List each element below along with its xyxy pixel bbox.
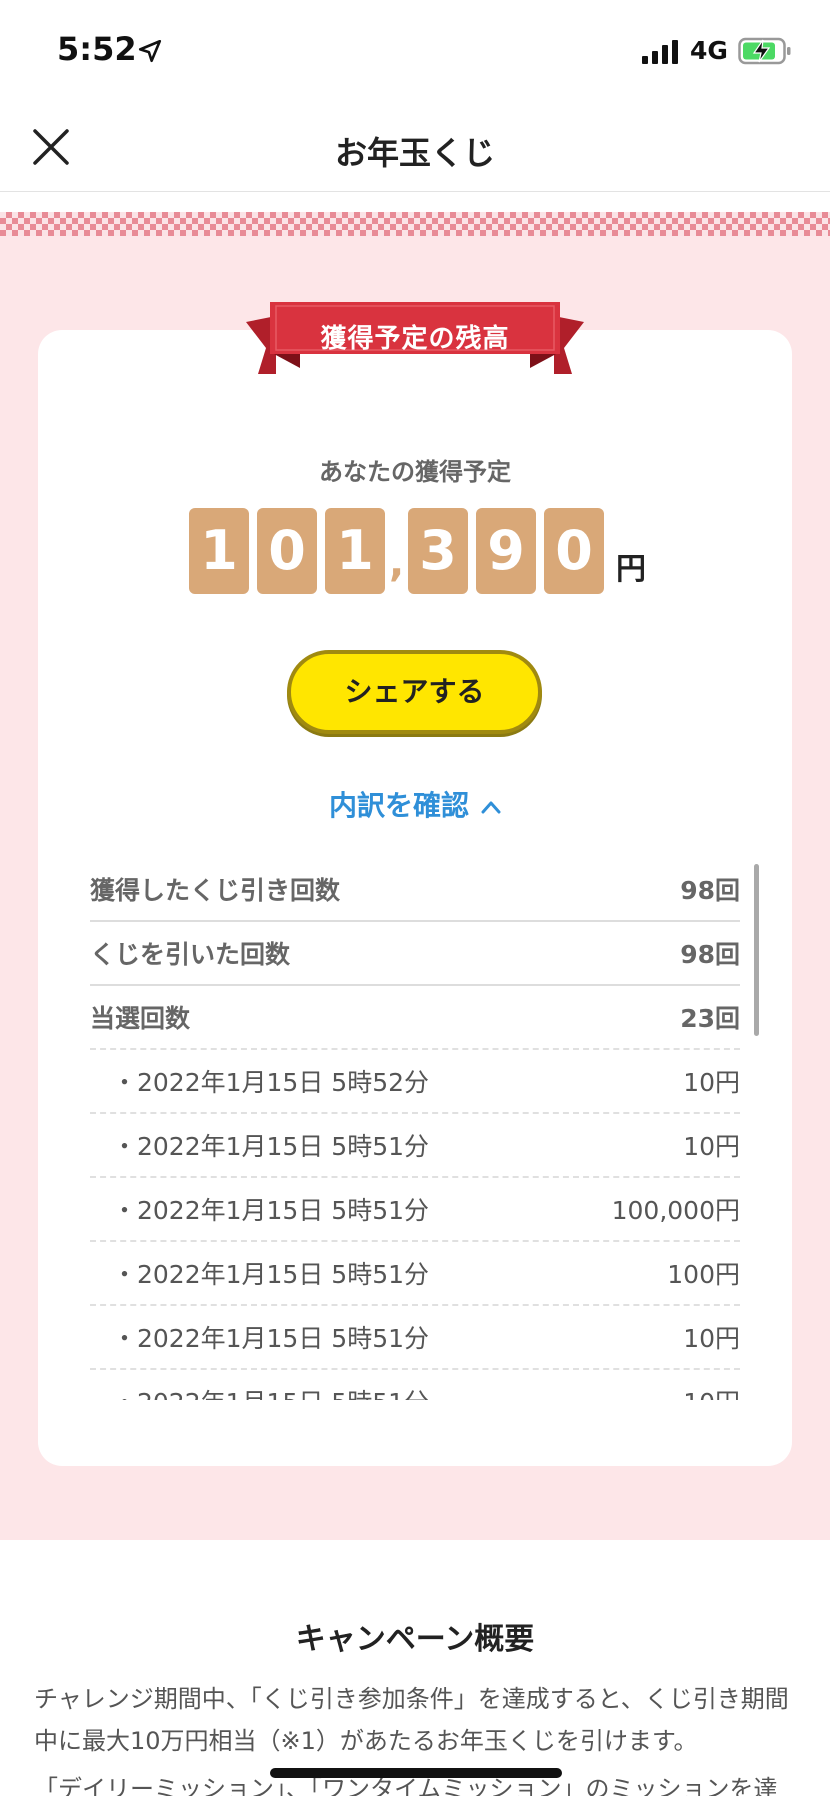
row-label: ・2022年1月15日 5時51分 [112, 1196, 430, 1225]
row-value: 10円 [683, 1324, 740, 1353]
row-value: 10円 [683, 1132, 740, 1161]
page-title: お年玉くじ [334, 134, 495, 172]
row-label: 獲得したくじ引き回数 [90, 876, 341, 905]
amount-digit: 0 [257, 508, 317, 594]
row-label: 当選回数 [90, 1004, 191, 1033]
network-label: 4G [690, 36, 728, 65]
history-row: ・2022年1月15日 5時51分 10円 [90, 1370, 740, 1400]
amount-separator: , [389, 540, 405, 586]
row-value: 100,000円 [611, 1196, 740, 1225]
row-label: くじを引いた回数 [90, 940, 291, 969]
amount-digit: 1 [189, 508, 249, 594]
row-value: 100円 [667, 1260, 740, 1289]
checker-pattern-band [0, 212, 830, 236]
history-row: ・2022年1月15日 5時51分 10円 [90, 1306, 740, 1370]
row-value: 10円 [683, 1383, 740, 1400]
row-value: 98回 [680, 940, 740, 969]
history-row: ・2022年1月15日 5時51分 10円 [90, 1114, 740, 1178]
summary-row: 当選回数 23回 [90, 986, 740, 1050]
overview-title: キャンペーン概要 [295, 1622, 535, 1657]
summary-row: くじを引いた回数 98回 [90, 922, 740, 986]
home-indicator [270, 1768, 562, 1778]
amount-digit: 0 [544, 508, 604, 594]
history-row: ・2022年1月15日 5時52分 10円 [90, 1050, 740, 1114]
amount-digit: 3 [408, 508, 468, 594]
row-value: 98回 [680, 876, 740, 905]
ribbon-label: 獲得予定の残高 [320, 324, 510, 354]
cellular-signal-icon [642, 40, 678, 64]
status-time: 5:52 [57, 30, 137, 68]
battery-charging-icon [738, 37, 791, 65]
amount-digit: 9 [476, 508, 536, 594]
row-label: ・2022年1月15日 5時51分 [112, 1260, 430, 1289]
status-bar: 5:52 4G [0, 0, 830, 110]
nav-bar: お年玉くじ [0, 110, 830, 192]
row-label: ・2022年1月15日 5時51分 [112, 1132, 430, 1161]
expected-label: あなたの獲得予定 [319, 458, 511, 486]
row-label: ・2022年1月15日 5時51分 [112, 1324, 430, 1353]
chevron-up-icon [481, 801, 501, 814]
location-arrow-icon [138, 39, 162, 63]
history-row: ・2022年1月15日 5時51分 100円 [90, 1242, 740, 1306]
share-button[interactable]: シェアする [287, 650, 542, 734]
amount-unit: 円 [616, 552, 646, 587]
summary-row: 獲得したくじ引き回数 98回 [90, 858, 740, 922]
history-row: ・2022年1月15日 5時51分 100,000円 [90, 1178, 740, 1242]
breakdown-toggle-label: 内訳を確認 [328, 789, 469, 822]
row-value: 23回 [680, 1004, 740, 1033]
amount-digit: 1 [325, 508, 385, 594]
row-label: ・2022年1月15日 5時52分 [112, 1068, 430, 1097]
breakdown-toggle[interactable]: 内訳を確認 [0, 784, 830, 824]
breakdown-list[interactable]: 獲得したくじ引き回数 98回 くじを引いた回数 98回 当選回数 23回 ・20… [90, 858, 740, 1400]
overview-body: チャレンジ期間中、「くじ引き参加条件」を達成すると、くじ引き期間中に最大10万円… [34, 1685, 789, 1755]
scrollbar[interactable] [754, 864, 759, 1036]
row-value: 10円 [683, 1068, 740, 1097]
row-label: ・2022年1月15日 5時51分 [90, 1383, 429, 1400]
